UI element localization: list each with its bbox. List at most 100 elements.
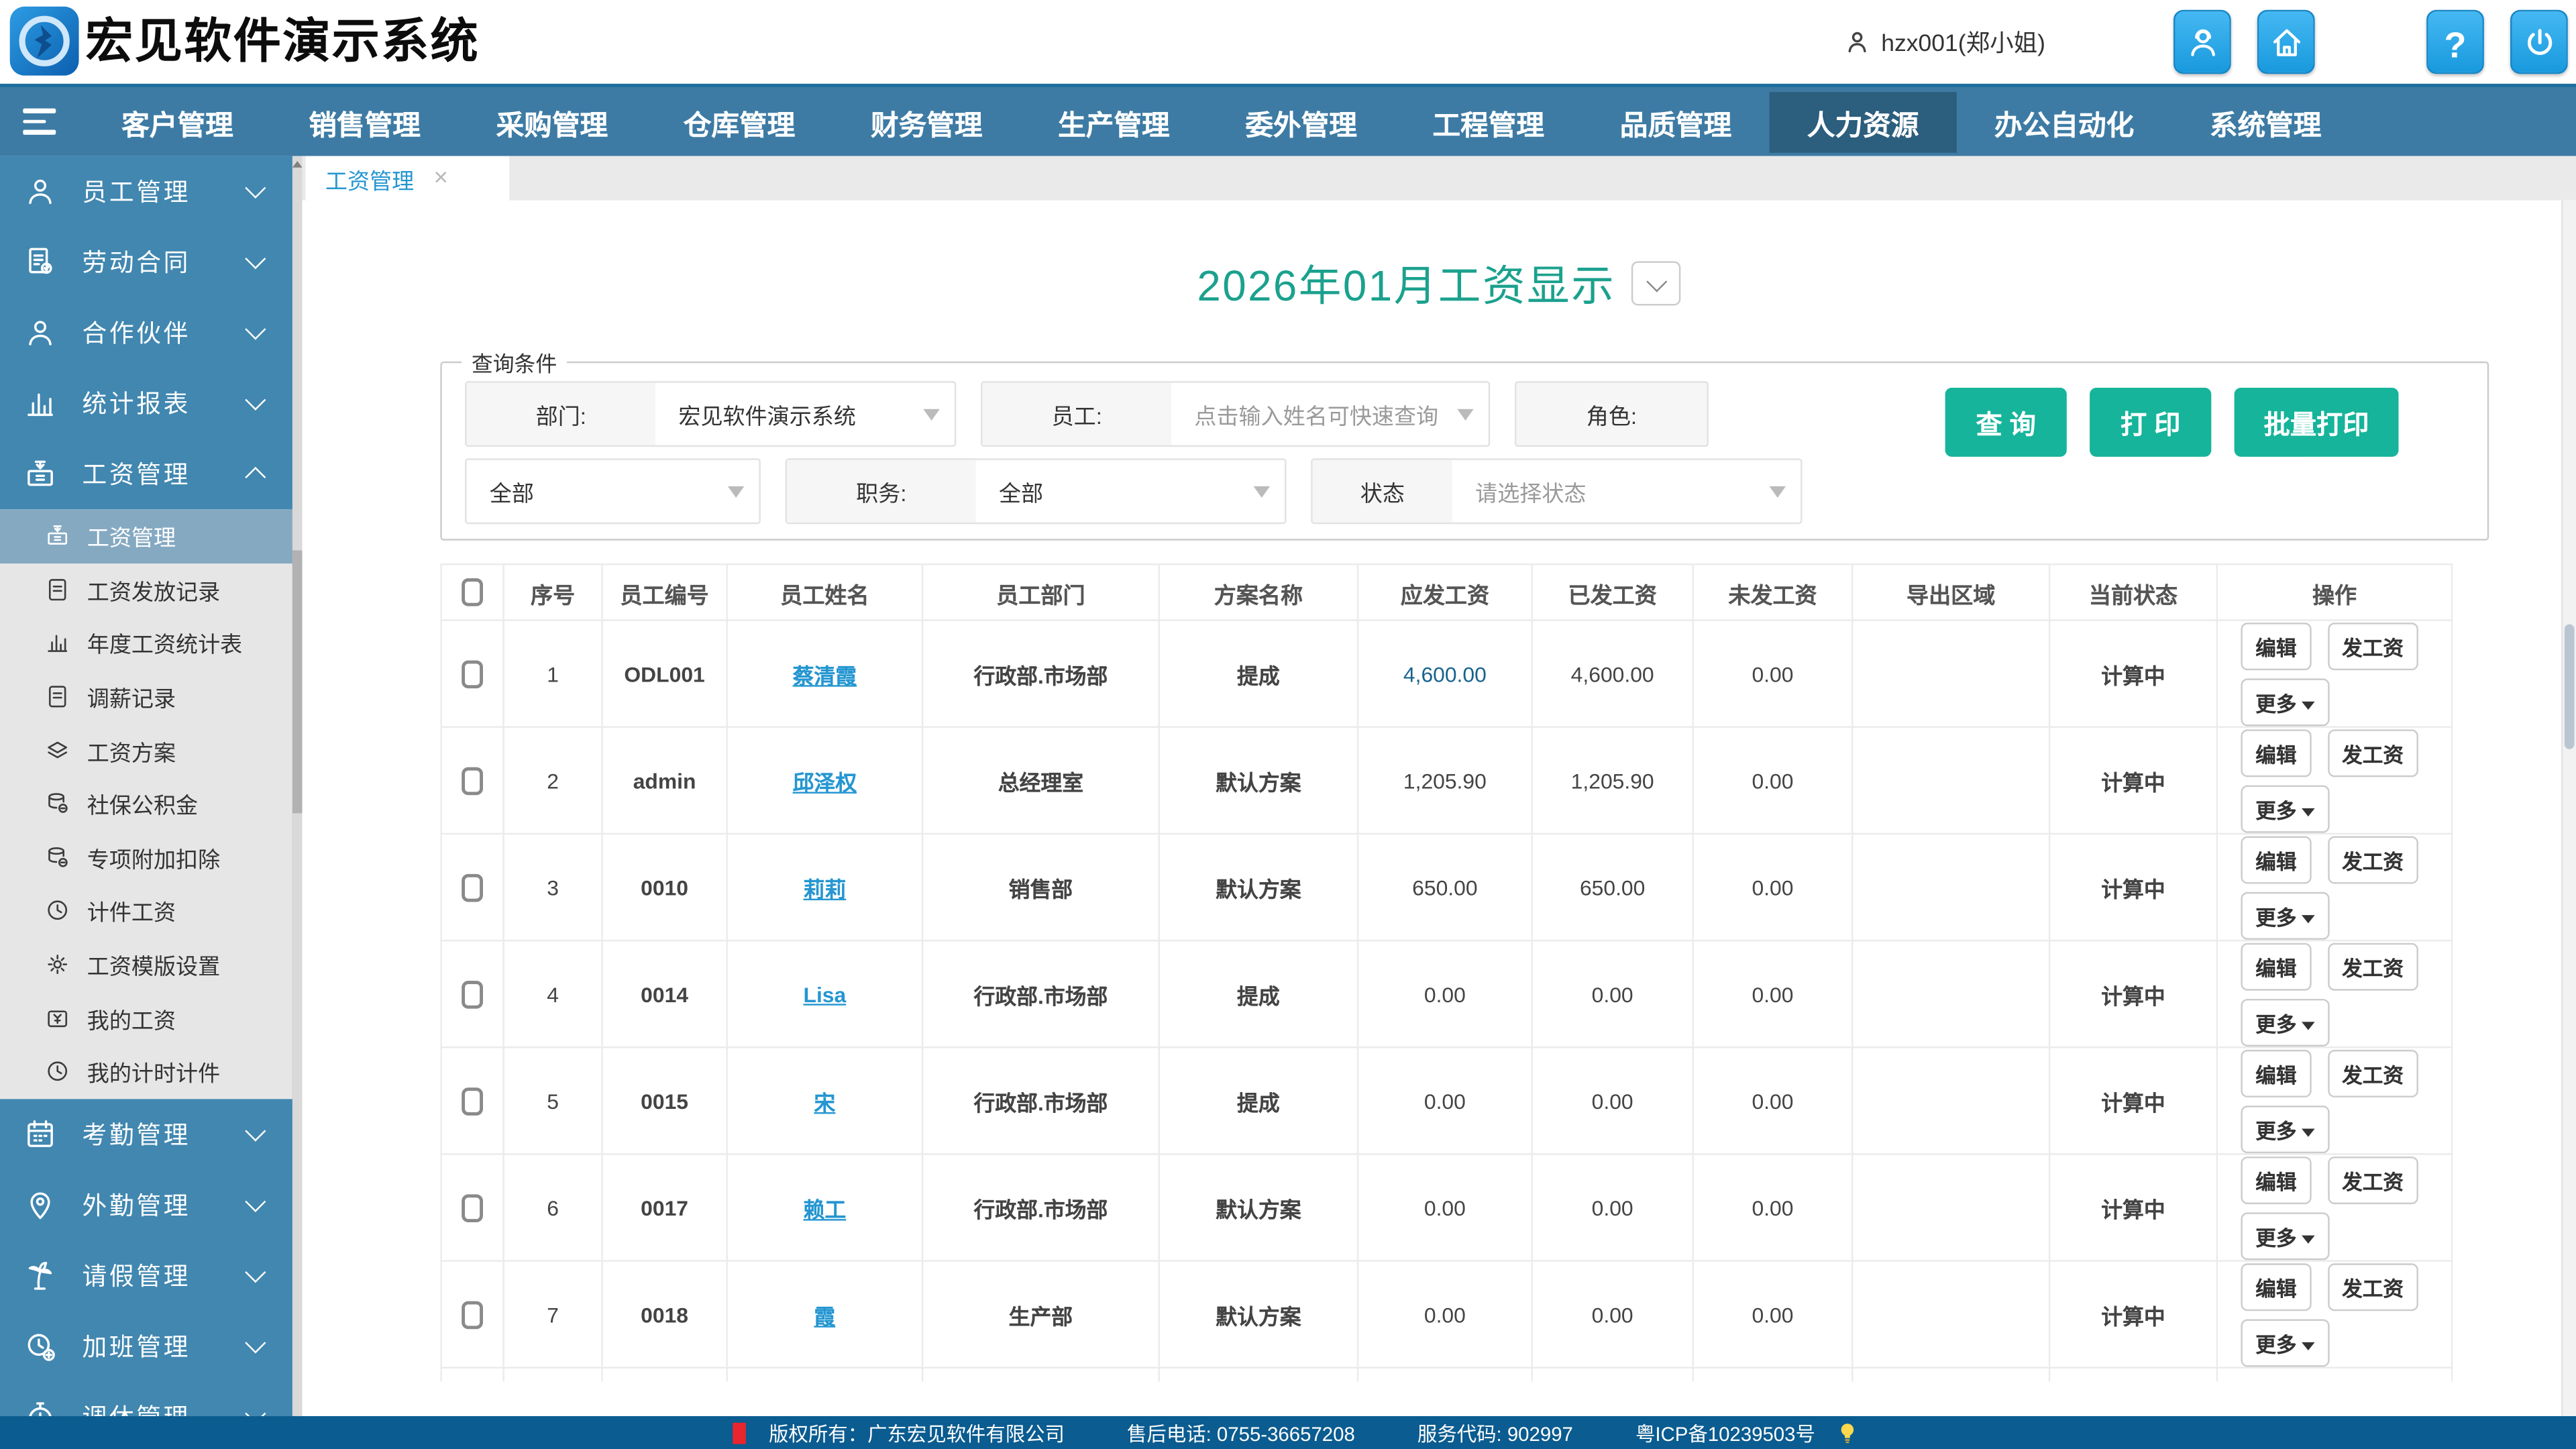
more-button[interactable]: 更多 bbox=[2241, 678, 2329, 725]
menu-toggle-icon[interactable] bbox=[23, 109, 56, 134]
edit-button[interactable]: 编辑 bbox=[2241, 1049, 2311, 1097]
role-field[interactable]: 角色: bbox=[1515, 381, 1709, 447]
content-scrollbar-thumb[interactable] bbox=[2565, 625, 2575, 749]
edit-button[interactable]: 编辑 bbox=[2241, 1263, 2311, 1310]
tab-close-icon[interactable]: × bbox=[434, 166, 448, 191]
sidebar-group[interactable]: 劳动合同 bbox=[0, 227, 292, 297]
nav-item[interactable]: 销售管理 bbox=[271, 91, 458, 152]
tab-salary-management[interactable]: 工资管理 × bbox=[306, 156, 510, 201]
more-button[interactable]: 更多 bbox=[2241, 892, 2329, 939]
pay-salary-button[interactable]: 发工资 bbox=[2327, 622, 2418, 669]
sidebar-subitem[interactable]: 工资模版设置 bbox=[0, 938, 292, 991]
sidebar-group[interactable]: 调休管理 bbox=[0, 1381, 292, 1416]
employee-no-link[interactable] bbox=[602, 1368, 727, 1382]
more-button[interactable]: 更多 bbox=[2241, 784, 2329, 832]
sidebar-scrollbar-thumb[interactable] bbox=[292, 550, 303, 813]
row-checkbox[interactable] bbox=[462, 767, 483, 795]
employee-no-link[interactable]: ODL001 bbox=[602, 620, 727, 727]
power-button[interactable] bbox=[2510, 10, 2568, 74]
nav-item[interactable]: 委外管理 bbox=[1208, 91, 1395, 152]
nav-item[interactable]: 财务管理 bbox=[833, 91, 1020, 152]
sidebar-group[interactable]: 合作伙伴 bbox=[0, 297, 292, 368]
sidebar-subitem[interactable]: 工资管理 bbox=[0, 509, 292, 563]
pay-salary-button[interactable]: 发工资 bbox=[2327, 729, 2418, 776]
pay-salary-button[interactable]: 发工资 bbox=[2327, 1049, 2418, 1097]
row-checkbox[interactable] bbox=[462, 659, 483, 688]
sidebar-group[interactable]: 工资管理 bbox=[0, 439, 292, 509]
nav-item[interactable]: 生产管理 bbox=[1020, 91, 1208, 152]
nav-item[interactable]: 采购管理 bbox=[458, 91, 645, 152]
current-user[interactable]: hzx001(郑小姐) bbox=[1843, 0, 2045, 84]
employee-no-link[interactable]: 0018 bbox=[602, 1261, 727, 1368]
sidebar-subitem[interactable]: 年度工资统计表 bbox=[0, 616, 292, 670]
row-checkbox[interactable] bbox=[462, 980, 483, 1008]
more-button[interactable]: 更多 bbox=[2241, 998, 2329, 1046]
footer-icp[interactable]: 粤ICP备10239503号 bbox=[1635, 1419, 1815, 1447]
print-button[interactable]: 打 印 bbox=[2090, 388, 2211, 457]
nav-item[interactable]: 品质管理 bbox=[1582, 91, 1769, 152]
nav-item[interactable]: 客户管理 bbox=[84, 91, 271, 152]
row-checkbox[interactable] bbox=[462, 1193, 483, 1222]
employee-name-link[interactable]: 宋 bbox=[814, 1090, 835, 1115]
employee-name-link[interactable]: 邱泽权 bbox=[793, 769, 857, 794]
row-checkbox[interactable] bbox=[462, 1087, 483, 1115]
sidebar-subitem[interactable]: 计件工资 bbox=[0, 884, 292, 938]
pay-salary-button[interactable]: 发工资 bbox=[2327, 835, 2418, 883]
nav-item[interactable]: 工程管理 bbox=[1395, 91, 1582, 152]
query-button[interactable]: 查 询 bbox=[1945, 388, 2067, 457]
employee-no-link[interactable]: 0014 bbox=[602, 941, 727, 1047]
select-all-checkbox[interactable] bbox=[462, 578, 483, 606]
sidebar-group[interactable]: 统计报表 bbox=[0, 368, 292, 439]
month-dropdown-button[interactable] bbox=[1632, 261, 1681, 305]
row-checkbox[interactable] bbox=[462, 873, 483, 902]
sidebar-subitem[interactable]: 工资发放记录 bbox=[0, 563, 292, 616]
edit-button[interactable]: 编辑 bbox=[2241, 835, 2311, 883]
pay-salary-button[interactable]: 发工资 bbox=[2327, 1156, 2418, 1203]
home-button[interactable] bbox=[2257, 10, 2315, 74]
sidebar-scrollbar[interactable] bbox=[292, 156, 303, 1416]
sidebar-group[interactable]: 员工管理 bbox=[0, 156, 292, 227]
more-button[interactable]: 更多 bbox=[2241, 1212, 2329, 1259]
employee-no-link[interactable]: 0015 bbox=[602, 1047, 727, 1154]
employee-no-link[interactable]: 0017 bbox=[602, 1154, 727, 1260]
nav-item[interactable]: 系统管理 bbox=[2172, 91, 2359, 152]
pay-salary-button[interactable]: 发工资 bbox=[2327, 1263, 2418, 1310]
employee-no-link[interactable]: admin bbox=[602, 727, 727, 834]
sidebar-subitem[interactable]: 我的计时计件 bbox=[0, 1044, 292, 1098]
batch-print-button[interactable]: 批量打印 bbox=[2235, 388, 2399, 457]
sidebar-subitem[interactable]: 调薪记录 bbox=[0, 670, 292, 724]
edit-button[interactable]: 编辑 bbox=[2241, 729, 2311, 776]
employee-name-link[interactable]: 赖工 bbox=[804, 1197, 847, 1222]
status-select[interactable]: 请选择状态 bbox=[1452, 460, 1801, 523]
sidebar-group[interactable]: 加班管理 bbox=[0, 1310, 292, 1381]
nav-item[interactable]: 人力资源 bbox=[1770, 91, 1957, 152]
sidebar-subitem[interactable]: 专项附加扣除 bbox=[0, 830, 292, 884]
employee-name-link[interactable]: 蔡清霞 bbox=[793, 663, 857, 688]
edit-button[interactable]: 编辑 bbox=[2241, 1156, 2311, 1203]
employee-name-link[interactable]: 霞 bbox=[814, 1303, 835, 1328]
employee-input[interactable]: 点击输入姓名可快速查询 bbox=[1171, 383, 1489, 445]
more-button[interactable]: 更多 bbox=[2241, 1318, 2329, 1366]
sidebar-subitem[interactable]: 我的工资 bbox=[0, 991, 292, 1045]
employee-name-link[interactable]: Lisa bbox=[804, 981, 847, 1006]
edit-button[interactable]: 编辑 bbox=[2241, 942, 2311, 989]
scroll-up-icon[interactable] bbox=[292, 161, 303, 168]
employee-no-link[interactable]: 0010 bbox=[602, 834, 727, 941]
more-button[interactable]: 更多 bbox=[2241, 1105, 2329, 1152]
nav-item[interactable]: 办公自动化 bbox=[1957, 91, 2172, 152]
edit-button[interactable]: 编辑 bbox=[2241, 622, 2311, 669]
row-checkbox[interactable] bbox=[462, 1300, 483, 1328]
sidebar-group[interactable]: 考勤管理 bbox=[0, 1098, 292, 1169]
help-button[interactable]: ? bbox=[2426, 10, 2484, 74]
support-button[interactable] bbox=[2174, 10, 2231, 74]
sidebar-group[interactable]: 外勤管理 bbox=[0, 1169, 292, 1240]
department-select[interactable]: 宏见软件演示系统 bbox=[655, 383, 955, 445]
role-select[interactable]: 全部 bbox=[467, 460, 759, 523]
sidebar-subitem[interactable]: 社保公积金 bbox=[0, 777, 292, 830]
pay-salary-button[interactable]: 发工资 bbox=[2327, 942, 2418, 989]
employee-name-link[interactable]: 莉莉 bbox=[804, 877, 847, 902]
nav-item[interactable]: 仓库管理 bbox=[645, 91, 833, 152]
sidebar-group[interactable]: 请假管理 bbox=[0, 1240, 292, 1310]
job-select[interactable]: 全部 bbox=[976, 460, 1285, 523]
content-scrollbar[interactable] bbox=[2561, 201, 2576, 1416]
